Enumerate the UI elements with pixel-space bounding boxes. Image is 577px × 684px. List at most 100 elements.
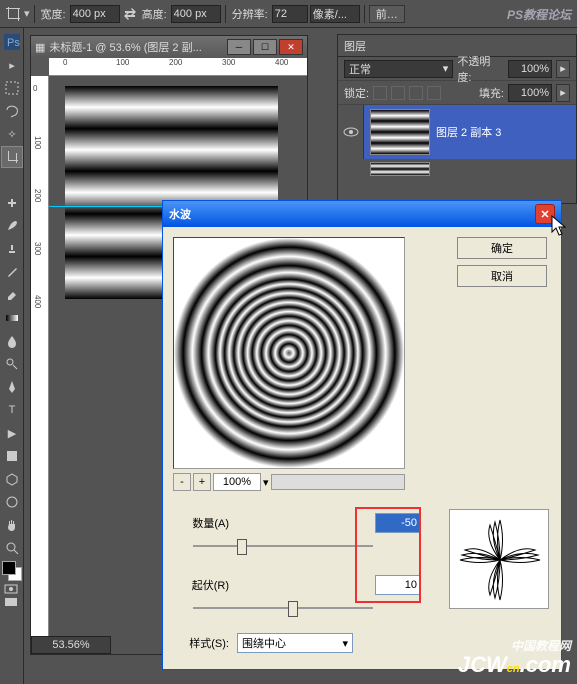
resolution-units-dropdown[interactable]: 像素/... (310, 5, 360, 23)
3d-camera-tool[interactable] (1, 491, 23, 513)
cancel-button[interactable]: 取消 (457, 265, 547, 287)
blur-tool[interactable] (1, 330, 23, 352)
zoom-out-button[interactable]: - (173, 473, 191, 491)
dodge-tool[interactable] (1, 353, 23, 375)
separator (34, 5, 35, 23)
ridges-label: 起伏(R) (173, 577, 229, 593)
healing-brush-tool[interactable] (1, 192, 23, 214)
crop-tool[interactable] (1, 146, 23, 168)
lock-all-icon[interactable] (427, 86, 441, 100)
dialog-titlebar[interactable]: 水波 ✕ (163, 201, 561, 227)
path-select-tool[interactable]: ▶ (1, 422, 23, 444)
ruler-horizontal[interactable]: 0 100 200 300 400 (49, 58, 307, 76)
eye-icon (343, 126, 359, 138)
layer-thumbnail[interactable] (370, 109, 430, 155)
layer-list: 图层 2 副本 3 (338, 105, 576, 179)
move-tool[interactable]: ▸ (1, 54, 23, 76)
fill-input[interactable] (508, 84, 552, 102)
lock-position-icon[interactable] (409, 86, 423, 100)
height-input[interactable] (171, 5, 221, 23)
lock-transparency-icon[interactable] (373, 86, 387, 100)
maximize-button[interactable]: ☐ (253, 39, 277, 55)
crop-icon (4, 5, 22, 23)
resolution-label: 分辨率: (230, 6, 270, 22)
ruler-tick: 100 (116, 58, 129, 67)
ridges-slider[interactable] (193, 599, 373, 617)
width-label: 宽度: (39, 6, 68, 22)
ruler-tick: 400 (275, 58, 288, 67)
width-input[interactable] (70, 5, 120, 23)
blend-mode-select[interactable]: 正常 ▾ (344, 60, 453, 78)
height-label: 高度: (140, 6, 169, 22)
resolution-input[interactable] (272, 5, 308, 23)
clone-stamp-tool[interactable] (1, 238, 23, 260)
chevron-down-icon: ▾ (342, 637, 348, 650)
document-titlebar[interactable]: ▦ 未标题-1 @ 53.6% (图层 2 副... ─ ☐ ✕ (31, 36, 307, 58)
fill-stepper[interactable]: ▸ (556, 84, 570, 102)
opacity-label: 不透明度: (457, 53, 504, 85)
ruler-tick: 100 (33, 136, 42, 149)
ruler-vertical[interactable]: 0 100 200 300 400 (31, 76, 49, 654)
preview-image (174, 238, 404, 468)
slider-thumb[interactable] (237, 539, 247, 555)
cursor-icon (551, 215, 569, 239)
watermark-text: PS教程论坛 (507, 6, 571, 23)
opacity-stepper[interactable]: ▸ (556, 60, 570, 78)
options-bar: ▾ 宽度: 高度: 分辨率: 像素/... 前… (0, 0, 577, 28)
3d-tool[interactable] (1, 468, 23, 490)
brush-tool[interactable] (1, 215, 23, 237)
front-image-button[interactable]: 前… (369, 5, 405, 23)
dropdown-arrow-icon[interactable]: ▾ (24, 7, 30, 20)
gradient-tool[interactable] (1, 307, 23, 329)
zoom-tool[interactable] (1, 537, 23, 559)
svg-text:Ps: Ps (7, 37, 20, 49)
photoshop-logo-icon: Ps (1, 31, 23, 53)
layer-row[interactable] (338, 159, 576, 179)
watermark-site: JCWcn.com (458, 652, 571, 678)
lock-pixels-icon[interactable] (391, 86, 405, 100)
history-brush-tool[interactable] (1, 261, 23, 283)
close-button[interactable]: ✕ (279, 39, 303, 55)
quick-mask-toggle[interactable] (1, 583, 21, 595)
shape-tool[interactable] (1, 445, 23, 467)
eraser-tool[interactable] (1, 284, 23, 306)
style-select[interactable]: 围绕中心 ▾ (237, 633, 353, 653)
amount-label: 数量(A) (173, 515, 229, 531)
amount-slider[interactable] (193, 537, 373, 555)
preview-scrollbar[interactable] (271, 474, 405, 490)
slider-thumb[interactable] (288, 601, 298, 617)
eyedropper-tool[interactable] (1, 169, 23, 191)
lasso-tool[interactable] (1, 100, 23, 122)
fill-label: 填充: (479, 85, 504, 101)
visibility-toggle[interactable] (338, 105, 364, 159)
magic-wand-tool[interactable]: ✧ (1, 123, 23, 145)
swap-dimensions-icon[interactable] (122, 6, 138, 22)
layer-row-selected[interactable]: 图层 2 副本 3 (338, 105, 576, 159)
opacity-input[interactable] (508, 60, 552, 78)
chevron-down-icon[interactable]: ▾ (263, 476, 269, 489)
ok-button[interactable]: 确定 (457, 237, 547, 259)
type-tool[interactable]: T (1, 399, 23, 421)
separator (364, 5, 365, 23)
zoom-in-button[interactable]: + (193, 473, 211, 491)
foreground-color-swatch[interactable] (2, 561, 16, 575)
layer-name[interactable]: 图层 2 副本 3 (436, 124, 576, 140)
filter-preview[interactable] (173, 237, 405, 469)
document-title: 未标题-1 @ 53.6% (图层 2 副... (49, 39, 223, 55)
dialog-title: 水波 (169, 206, 535, 222)
pen-tool[interactable] (1, 376, 23, 398)
screen-mode-toggle[interactable] (1, 596, 21, 608)
rect-marquee-tool[interactable] (1, 77, 23, 99)
hand-tool[interactable] (1, 514, 23, 536)
zoom-level-display[interactable]: 53.56% (31, 636, 111, 654)
minimize-button[interactable]: ─ (227, 39, 251, 55)
color-swatches[interactable] (2, 561, 22, 581)
layer-thumbnail (370, 162, 430, 176)
layers-panel: 图层 正常 ▾ 不透明度: ▸ 锁定: 填充: ▸ 图层 2 副本 3 (337, 34, 577, 204)
preview-zoom-input[interactable] (213, 473, 261, 491)
blend-mode-value: 正常 (349, 61, 371, 77)
zigzag-dialog: 水波 ✕ (162, 200, 562, 670)
ruler-tick: 200 (33, 189, 42, 202)
highlight-box (355, 507, 421, 603)
style-value: 围绕中心 (242, 635, 286, 651)
